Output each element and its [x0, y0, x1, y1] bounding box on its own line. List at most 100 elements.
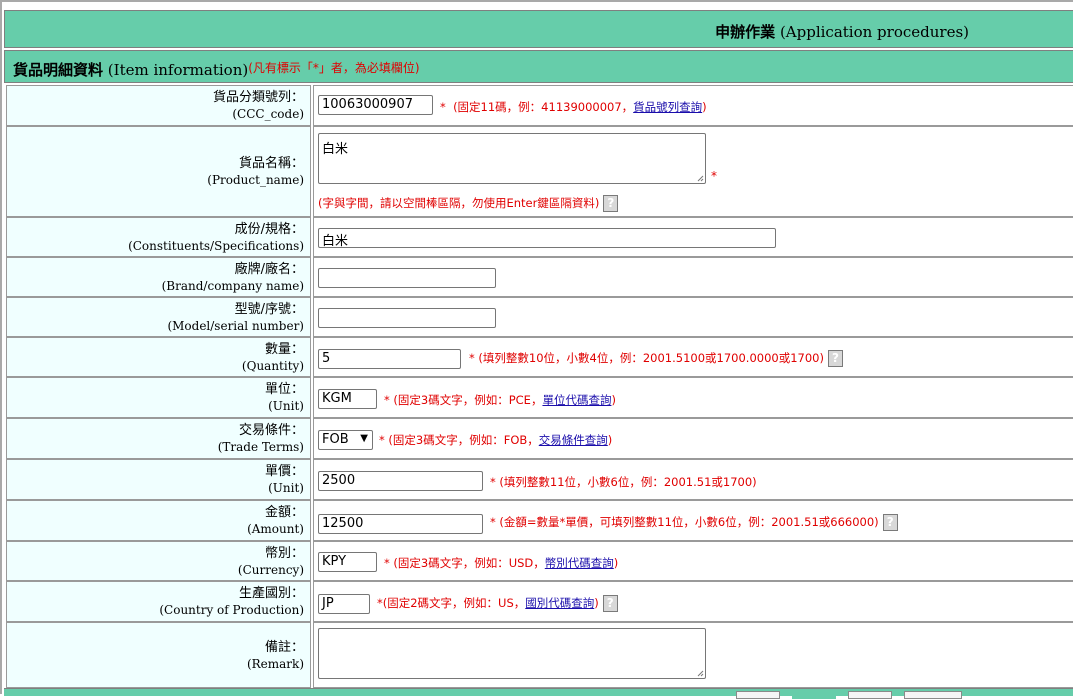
amount-cell: 12500 * (金額=數量*單價，可填列整數11位，小數6位，例：2001.5…	[313, 500, 1073, 541]
action-button[interactable]	[904, 691, 962, 699]
model-label-en: (Model/serial number)	[167, 318, 304, 333]
action-button[interactable]	[792, 691, 836, 699]
quantity-label-en: (Quantity)	[241, 358, 304, 373]
section-title-zh: 貨品明細資料	[13, 61, 104, 79]
country-input[interactable]: JP	[318, 594, 370, 614]
unit-label-zh: 單位：	[264, 382, 304, 397]
product-name-textarea[interactable]: 白米	[318, 133, 706, 184]
row-country: 生產國別： (Country of Production) JP *(固定2碼文…	[4, 581, 1073, 622]
page-title-en: (Application procedures)	[779, 23, 969, 41]
model-label: 型號/序號： (Model/serial number)	[6, 297, 311, 337]
spec-input[interactable]: 白米	[318, 228, 776, 249]
ccc-code-star: *	[440, 100, 446, 114]
quantity-note: * (填列整數10位，小數4位，例：2001.5100或1700.0000或17…	[469, 350, 843, 367]
trade-terms-label: 交易條件： (Trade Terms)	[6, 418, 311, 459]
help-icon[interactable]: ?	[603, 195, 619, 212]
ccc-code-input[interactable]: 10063000907	[318, 95, 433, 115]
row-brand: 廠牌/廠名： (Brand/company name)	[4, 257, 1073, 297]
section-header: 貨品明細資料 (Item information) (凡有標示「*」者，為必填欄…	[4, 50, 1073, 83]
amount-note-text: * (金額=數量*單價，可填列整數11位，小數6位，例：2001.51或6660…	[490, 515, 879, 529]
spec-cell: 白米	[313, 217, 1073, 257]
brand-cell	[313, 257, 1073, 297]
ccc-code-label: 貨品分類號列： (CCC_code)	[6, 85, 311, 126]
unit-input[interactable]: KGM	[318, 389, 377, 409]
spec-label: 成份/規格： (Constituents/Specifications)	[6, 217, 311, 257]
row-model: 型號/序號： (Model/serial number)	[4, 297, 1073, 337]
application-form-page: 申辦作業 (Application procedures) 貨品明細資料 (It…	[0, 0, 1073, 699]
trade-terms-label-en: (Trade Terms)	[217, 440, 304, 454]
action-button[interactable]	[736, 691, 780, 699]
model-input[interactable]	[318, 308, 496, 328]
country-cell: JP *(固定2碼文字，例如：US，國別代碼查詢)?	[313, 581, 1073, 622]
unit-price-label: 單價： (Unit)	[6, 459, 311, 500]
ccc-code-note-end: )	[702, 100, 707, 114]
page-title: 申辦作業 (Application procedures)	[715, 21, 969, 42]
unit-lookup-link[interactable]: 單位代碼查詢	[542, 393, 611, 407]
ccc-code-note-text: (固定11碼，例：41139000007，	[453, 100, 634, 114]
resize-grip-icon[interactable]	[697, 175, 704, 182]
spec-label-en: (Constituents/Specifications)	[128, 238, 304, 253]
brand-label: 廠牌/廠名： (Brand/company name)	[6, 257, 311, 297]
remark-label: 備註： (Remark)	[6, 622, 311, 688]
unit-cell: KGM * (固定3碼文字，例如：PCE，單位代碼查詢)	[313, 377, 1073, 418]
chevron-down-icon: ▼	[360, 433, 368, 444]
remark-textarea[interactable]	[318, 628, 706, 679]
row-ccc-code: 貨品分類號列： (CCC_code) 10063000907 * (固定11碼，…	[4, 85, 1073, 126]
quantity-label-zh: 數量：	[264, 341, 304, 357]
unit-price-label-en: (Unit)	[268, 481, 304, 495]
currency-input[interactable]: KPY	[318, 552, 377, 572]
amount-label-zh: 金額：	[264, 505, 304, 520]
currency-label: 幣別： (Currency)	[6, 541, 311, 581]
action-button[interactable]	[848, 691, 892, 699]
country-note-text: *(固定2碼文字，例如：US，	[377, 596, 526, 610]
model-label-zh: 型號/序號：	[234, 301, 304, 317]
country-note-end: )	[594, 596, 599, 610]
unit-price-input[interactable]: 2500	[318, 471, 483, 491]
quantity-note-text: * (填列整數10位，小數4位，例：2001.5100或1700.0000或17…	[469, 351, 824, 365]
help-icon[interactable]: ?	[602, 595, 618, 612]
unit-price-label-zh: 單價：	[264, 464, 304, 479]
brand-label-en: (Brand/company name)	[161, 278, 304, 293]
trade-terms-cell: FOB ▼ * (固定3碼文字，例如：FOB，交易條件查詢)	[313, 418, 1073, 459]
brand-input[interactable]	[318, 268, 496, 288]
help-icon[interactable]: ?	[882, 514, 898, 531]
ccc-code-note: * (固定11碼，例：41139000007，貨品號列查詢)	[440, 99, 707, 115]
quantity-input[interactable]: 5	[318, 349, 461, 369]
unit-note: * (固定3碼文字，例如：PCE，單位代碼查詢)	[384, 392, 616, 408]
trade-terms-select[interactable]: FOB ▼	[318, 430, 373, 450]
spec-label-zh: 成份/規格：	[234, 221, 304, 237]
section-title-en: (Item information)	[107, 61, 249, 79]
row-amount: 金額： (Amount) 12500 * (金額=數量*單價，可填列整數11位，…	[4, 500, 1073, 541]
resize-grip-icon[interactable]	[697, 670, 704, 677]
unit-price-cell: 2500 * (填列整數11位，小數6位，例：2001.51或1700)	[313, 459, 1073, 500]
country-lookup-link[interactable]: 國別代碼查詢	[525, 596, 594, 610]
amount-input[interactable]: 12500	[318, 514, 483, 534]
ccc-lookup-link[interactable]: 貨品號列查詢	[633, 100, 702, 114]
product-name-value: 白米	[322, 142, 349, 157]
help-icon[interactable]: ?	[827, 350, 843, 367]
product-name-cell: 白米 * (字與字間，請以空間棒區隔，勿使用Enter鍵區隔資料)?	[313, 126, 1073, 217]
ccc-code-label-en: (CCC_code)	[232, 107, 304, 121]
unit-note-end: )	[611, 393, 616, 407]
trade-terms-note-text: * (固定3碼文字，例如：FOB，	[379, 433, 539, 447]
page-title-zh: 申辦作業	[715, 23, 776, 41]
quantity-label: 數量： (Quantity)	[6, 337, 311, 377]
page-header: 申辦作業 (Application procedures)	[4, 10, 1073, 48]
trade-terms-note-end: )	[607, 433, 613, 447]
country-label: 生產國別： (Country of Production)	[6, 581, 311, 622]
row-currency: 幣別： (Currency) KPY * (固定3碼文字，例如：USD，幣別代碼…	[4, 541, 1073, 581]
product-name-note: (字與字間，請以空間棒區隔，勿使用Enter鍵區隔資料)?	[318, 195, 619, 212]
row-remark: 備註： (Remark)	[4, 622, 1073, 688]
unit-note-text: * (固定3碼文字，例如：PCE，	[384, 393, 543, 407]
amount-label-en: (Amount)	[247, 522, 304, 536]
currency-cell: KPY * (固定3碼文字，例如：USD，幣別代碼查詢)	[313, 541, 1073, 581]
currency-lookup-link[interactable]: 幣別代碼查詢	[545, 556, 614, 570]
trade-terms-label-zh: 交易條件：	[238, 423, 304, 438]
remark-cell	[313, 622, 1073, 688]
remark-label-en: (Remark)	[246, 656, 304, 671]
currency-note-text: * (固定3碼文字，例如：USD，	[384, 556, 545, 570]
trade-terms-lookup-link[interactable]: 交易條件查詢	[539, 433, 608, 447]
currency-note-end: )	[613, 556, 619, 570]
product-name-label: 貨品名稱： (Product_name)	[6, 126, 311, 217]
unit-price-note: * (填列整數11位，小數6位，例：2001.51或1700)	[490, 475, 757, 489]
